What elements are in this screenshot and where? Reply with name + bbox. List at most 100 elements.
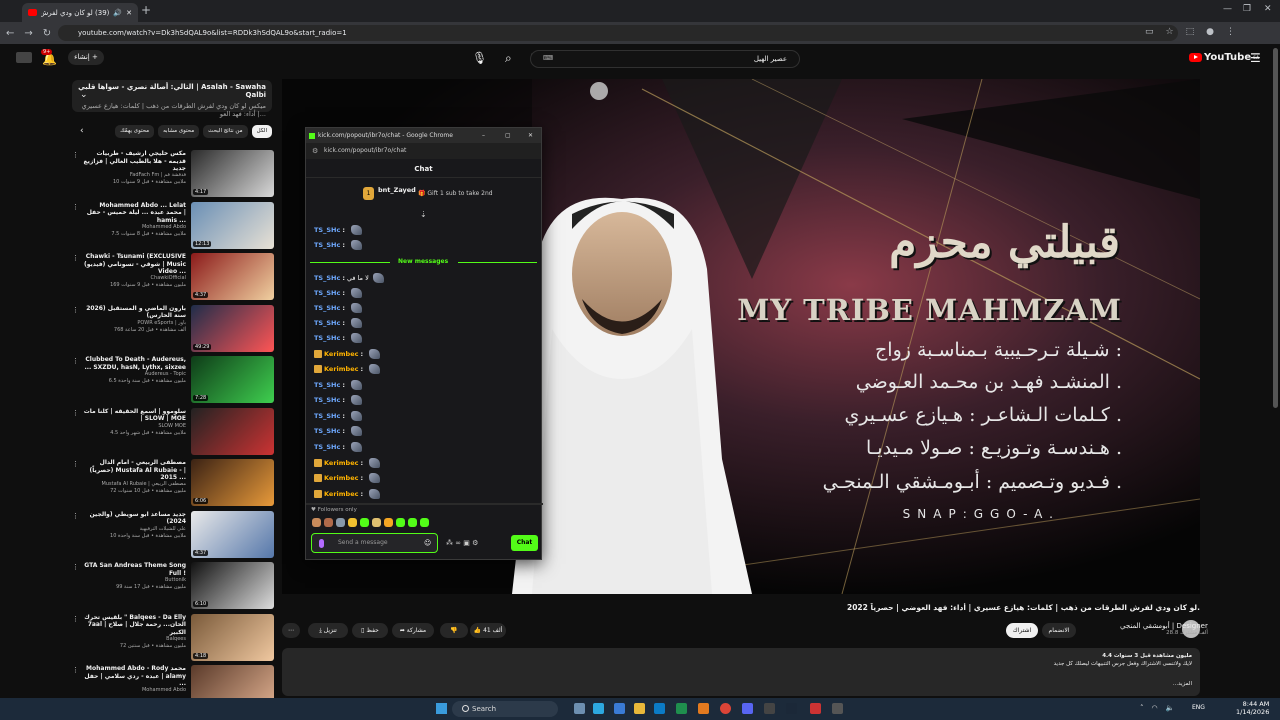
more-options-icon[interactable]: ⋮ [72,306,79,314]
playlist-header[interactable]: التالي: أصالة نصري - سواها قلبي | Asalah… [72,80,272,118]
video-channel[interactable]: Mustafa Al Rubaie | مصطفى الربيعي [82,481,186,488]
video-channel[interactable]: Mohammed Abdo [82,224,186,231]
edge-icon[interactable] [593,703,604,714]
pinned-user[interactable]: bnt_Zayed [378,186,416,194]
join-button[interactable]: الانضمام [1042,623,1076,638]
video-title[interactable]: مصطفى الربيعي - امام الدال (حصرياً) Must… [82,459,186,481]
subscribe-button[interactable]: اشتراك [1006,623,1038,638]
page-scrollbar[interactable] [1273,48,1278,408]
chat-username[interactable]: TS_SHc [314,274,340,282]
chat-tools-icons[interactable]: ⁂ ∞ ▣ ⚙ [446,539,478,547]
chat-username[interactable]: TS_SHc [314,412,340,420]
reload-icon[interactable]: ↻ [43,28,51,39]
video-thumbnail[interactable]: 12:13 [191,201,274,249]
profile-icon[interactable]: ● [1206,27,1214,37]
more-options-icon[interactable]: ⋮ [72,357,79,365]
chat-username[interactable]: TS_SHc [314,381,340,389]
video-thumbnail[interactable]: 6:10 [191,562,274,609]
video-channel[interactable]: POWR eSports | باور [82,320,186,327]
more-options-icon[interactable]: ⋮ [72,512,79,520]
video-title[interactable]: جديد مساعد ابو سويطي (والجين 2024) [82,511,186,526]
download-button[interactable]: ⤓ تنزيل [308,623,348,638]
browser-menu-icon[interactable]: ⋮ [1226,27,1235,37]
dislike-button[interactable]: 👎 [440,623,468,638]
chat-username[interactable]: TS_SHc [314,319,340,327]
address-bar[interactable]: youtube.com/watch?v=Dk3hSdQAL9o&list=RDD… [58,25,1178,41]
avatar[interactable] [16,52,32,63]
related-video-item[interactable]: 6:06 مصطفى الربيعي - امام الدال (حصرياً) … [70,459,274,509]
chat-username[interactable]: Kerimbec [324,365,358,373]
app-red-icon[interactable] [810,703,821,714]
task-view-icon[interactable] [574,703,585,714]
like-button[interactable]: 👍 41 ألف [470,623,506,638]
related-video-item[interactable]: 49:29 بارون الماضي و المستقبل (2026 سنة ا… [70,304,274,355]
chat-username[interactable]: TS_SHc [314,427,340,435]
channel-info[interactable]: أبومشقي المنجي | Designer 28.8 ألف مشترك [1120,622,1208,636]
related-video-item[interactable]: 4:18 بلقيس تحرك " Balqees - Da Elly 7aal … [70,613,274,664]
more-options-icon[interactable]: ⋮ [72,409,79,417]
video-title[interactable]: Mohammed Abdo ... Lelat محمد عبده ... لي… [82,202,186,224]
chat-username[interactable]: TS_SHc [314,241,340,249]
chat-username[interactable]: Kerimbec [324,474,358,482]
more-options-icon[interactable]: ⋮ [72,563,79,571]
chevron-down-icon[interactable]: ⌄ [80,90,88,100]
file-explorer-icon[interactable] [634,703,645,714]
save-button[interactable]: ▯ حفظ [352,623,388,638]
tray-chevron-icon[interactable]: ˄ [1140,704,1144,712]
expand-pinned-icon[interactable]: ⇣ [420,210,427,219]
discord-icon[interactable] [742,703,753,714]
new-tab-button[interactable]: + [141,3,153,17]
video-title[interactable]: مكس خليجي ارشيف - طربيات قديمه - هلا بال… [82,150,186,172]
chat-username[interactable]: TS_SHc [314,334,340,342]
video-thumbnail[interactable]: 4:18 [191,613,274,661]
browser-tab[interactable]: (39) لو كان ودي لفرش الطرقـ 🔊 ✕ [22,3,138,22]
emote-icon[interactable] [408,518,417,527]
chip-related[interactable]: محتوى مشابه [158,125,200,138]
extensions-icon[interactable]: ⬚ [1186,27,1195,37]
video-title[interactable]: Mohammed Abdo - Rody محمد عبده - ردي سلا… [82,665,186,687]
chip-all[interactable]: الكل [251,125,272,138]
chip-for-you[interactable]: محتوى يهمّك [115,125,155,138]
chat-message-input[interactable]: Send a message [311,533,438,553]
keyboard-icon[interactable]: ⌨ [543,54,553,62]
emote-icon[interactable] [360,518,369,527]
video-channel[interactable]: Mohammed Abdo [82,687,186,694]
cast-icon[interactable]: ▭ [1145,27,1154,37]
tab-close-icon[interactable]: ✕ [126,9,132,17]
windows-start-icon[interactable] [436,703,447,714]
site-info-icon[interactable]: ⚙ [312,147,318,155]
video-channel[interactable]: ChawkiOfficial [82,275,186,282]
video-thumbnail[interactable]: 4:37 [191,253,274,300]
search-input[interactable]: عصير الهيل [530,50,800,68]
video-channel[interactable]: Buttonik [82,577,186,584]
emote-icon[interactable] [348,518,357,527]
video-title[interactable]: بلقيس تحرك " Balqees - Da Elly 7aal | ال… [82,614,186,636]
language-indicator[interactable]: ENG [1192,704,1205,711]
hamburger-menu-icon[interactable]: ☰ [1250,51,1261,65]
video-thumbnail[interactable] [191,407,274,455]
video-thumbnail[interactable]: 4:37 [191,510,274,558]
chat-username[interactable]: TS_SHc [314,289,340,297]
back-icon[interactable]: ← [6,28,14,39]
chat-send-button[interactable]: Chat [511,535,538,551]
video-channel[interactable]: SLOW MOE [82,423,186,430]
video-channel[interactable]: علي للشيلات الترفيهية [82,526,186,533]
emote-icon[interactable] [336,518,345,527]
chat-username[interactable]: TS_SHc [314,226,340,234]
chat-maximize-icon[interactable]: ▢ [505,128,511,143]
excel-icon[interactable] [676,703,687,714]
chat-minimize-icon[interactable]: – [482,128,485,143]
video-title[interactable]: GTA San Andreas Theme Song Full ! [82,562,186,577]
more-options-icon[interactable]: ⋮ [72,203,79,211]
wifi-icon[interactable]: ◠ [1152,704,1158,712]
kick-chat-window[interactable]: kick.com/popout/ibr7o/chat - Google Chro… [305,127,543,560]
video-title[interactable]: Chawki - Tsunami (EXCLUSIVE شوقي - تسونا… [82,253,186,275]
emoji-picker-icon[interactable]: ☺ [424,539,431,547]
chat-username[interactable]: Kerimbec [324,490,358,498]
related-video-item[interactable]: 12:13 Mohammed Abdo ... Lelat محمد عبده .… [70,201,274,252]
emote-icon[interactable] [312,518,321,527]
chip-from-search[interactable]: من نتائج البحث [203,125,248,138]
mail-icon[interactable] [654,703,665,714]
chrome-icon[interactable] [720,703,731,714]
video-thumbnail[interactable]: 7:28 [191,356,274,403]
